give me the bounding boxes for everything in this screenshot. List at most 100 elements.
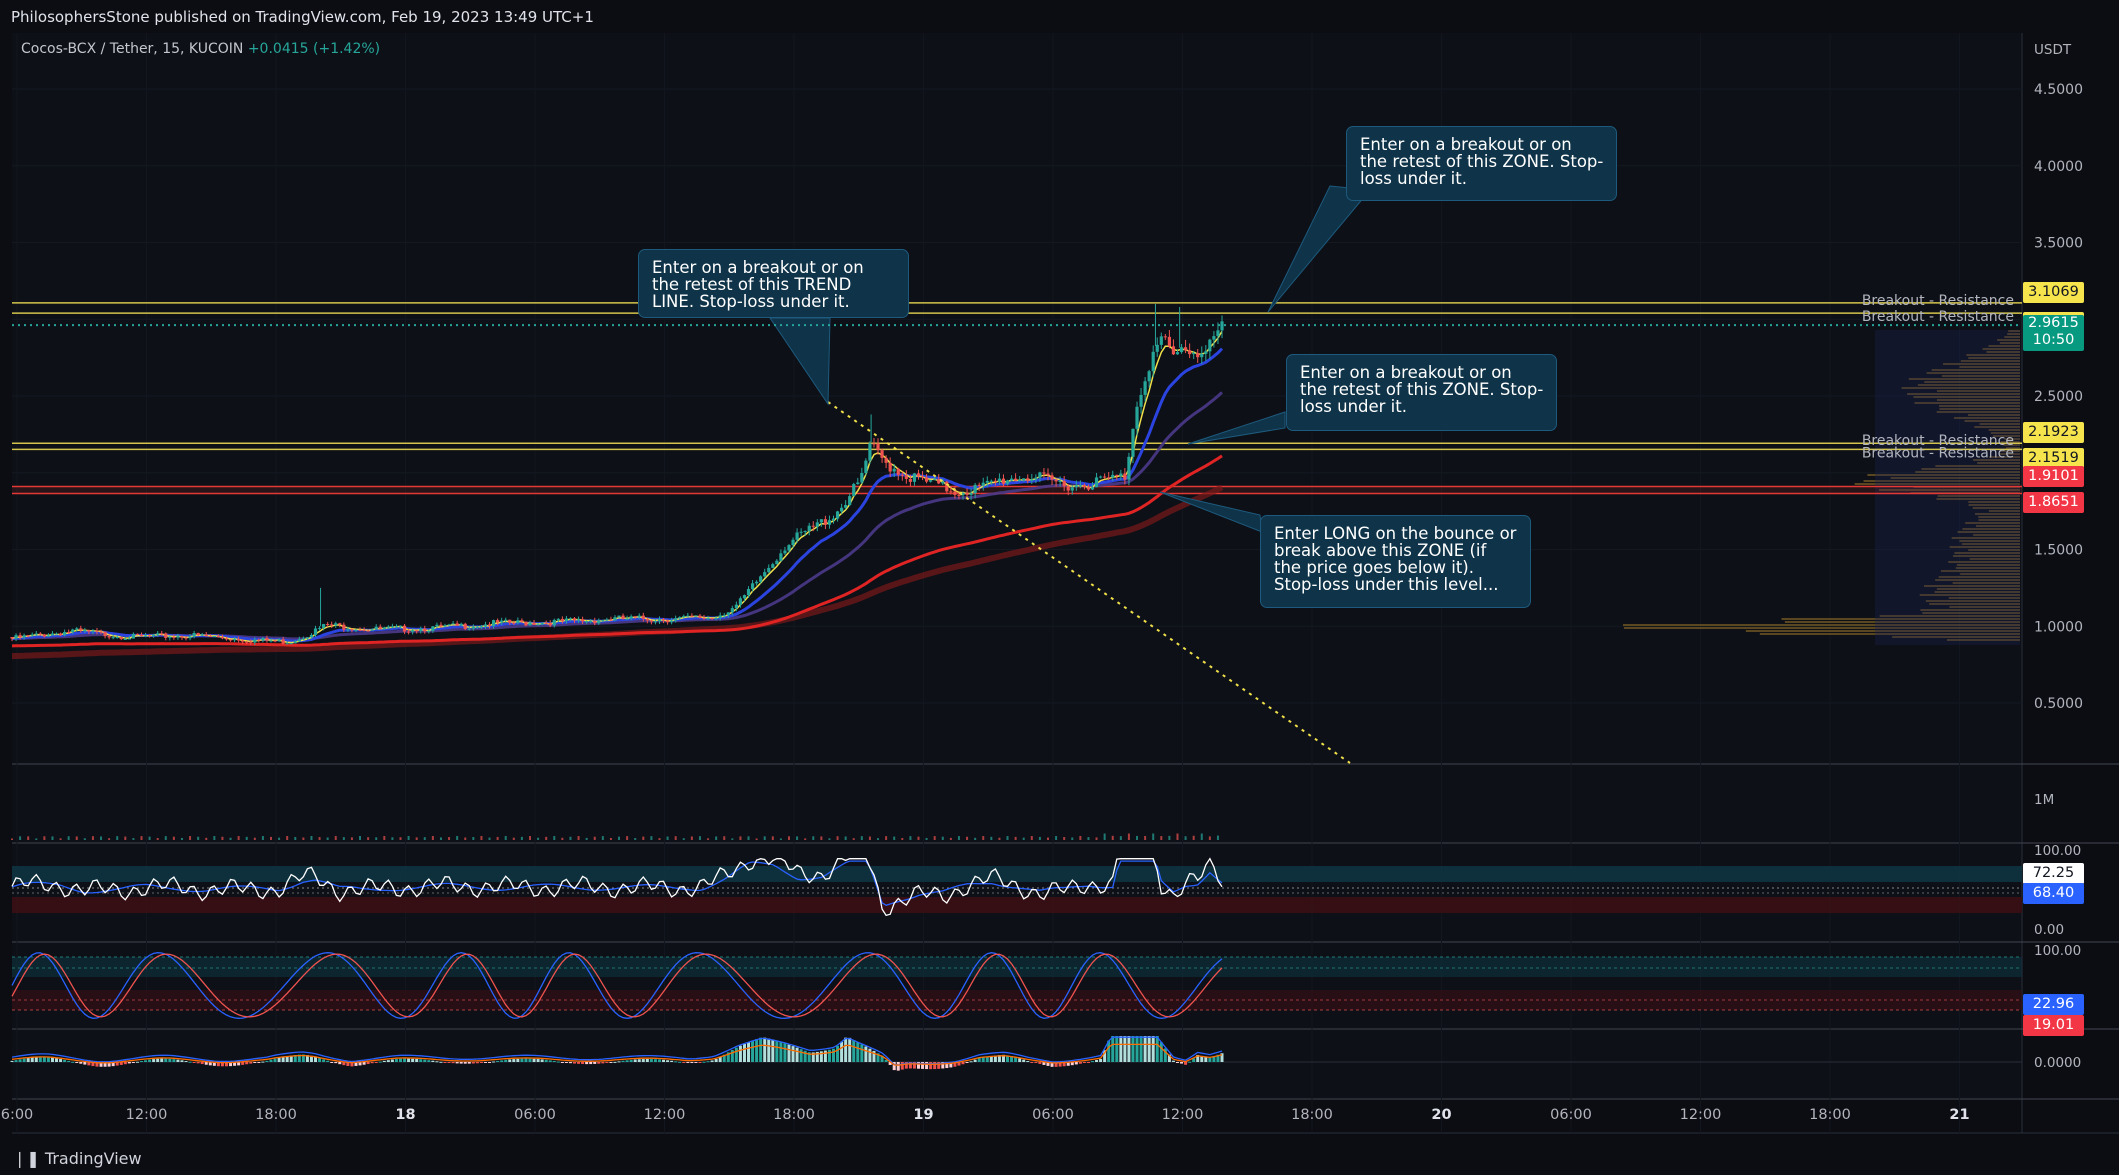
candle-body[interactable] xyxy=(160,633,164,635)
candle-body[interactable] xyxy=(237,639,241,641)
candle-body[interactable] xyxy=(876,443,880,451)
candle-body[interactable] xyxy=(649,620,653,622)
candle-body[interactable] xyxy=(419,628,423,631)
candle-body[interactable] xyxy=(1204,351,1208,354)
candle-body[interactable] xyxy=(670,620,674,623)
candle-body[interactable] xyxy=(431,626,435,631)
candle-body[interactable] xyxy=(451,623,455,625)
candle-body[interactable] xyxy=(1151,351,1155,372)
candle-body[interactable] xyxy=(734,604,738,609)
candle-body[interactable] xyxy=(1066,486,1070,491)
candle-body[interactable] xyxy=(346,629,350,631)
candle-body[interactable] xyxy=(597,620,601,624)
candle-body[interactable] xyxy=(1038,472,1042,478)
candle-body[interactable] xyxy=(224,638,229,640)
candle-body[interactable] xyxy=(350,629,354,631)
candle-body[interactable] xyxy=(1086,487,1091,490)
candle-body[interactable] xyxy=(1208,339,1212,352)
candle-body[interactable] xyxy=(1212,336,1216,340)
candle-body[interactable] xyxy=(872,443,876,445)
candle-body[interactable] xyxy=(981,482,985,486)
candle-body[interactable] xyxy=(1183,347,1188,351)
candle-body[interactable] xyxy=(119,637,123,640)
candle-body[interactable] xyxy=(196,633,200,635)
candle-body[interactable] xyxy=(289,643,293,645)
candle-body[interactable] xyxy=(479,626,484,628)
candle-body[interactable] xyxy=(435,624,439,627)
candle-body[interactable] xyxy=(771,564,775,568)
candle-body[interactable] xyxy=(1026,478,1030,481)
candle-body[interactable] xyxy=(253,639,257,643)
candle-body[interactable] xyxy=(576,619,581,621)
candle-body[interactable] xyxy=(568,618,573,620)
candle-body[interactable] xyxy=(54,633,59,635)
candle-body[interactable] xyxy=(835,511,840,519)
candle-body[interactable] xyxy=(1123,473,1127,480)
candle-body[interactable] xyxy=(718,615,722,618)
candle-body[interactable] xyxy=(281,639,285,644)
candle-body[interactable] xyxy=(220,637,225,639)
candle-body[interactable] xyxy=(1054,479,1058,482)
candle-body[interactable] xyxy=(447,624,451,626)
candle-body[interactable] xyxy=(908,478,912,482)
candle-body[interactable] xyxy=(496,620,500,623)
candle-body[interactable] xyxy=(131,633,136,639)
candle-body[interactable] xyxy=(168,636,172,638)
candle-body[interactable] xyxy=(839,507,844,512)
candle-body[interactable] xyxy=(184,637,188,639)
candle-body[interactable] xyxy=(767,567,771,573)
candle-body[interactable] xyxy=(1155,344,1159,352)
candle-body[interactable] xyxy=(1046,473,1050,476)
candle-body[interactable] xyxy=(629,616,633,619)
tradingview-logo[interactable]: ❘❚ TradingView xyxy=(13,1149,142,1168)
candle-body[interactable] xyxy=(75,628,79,630)
candle-body[interactable] xyxy=(1103,476,1107,478)
candle-body[interactable] xyxy=(10,636,14,639)
candle-body[interactable] xyxy=(1062,480,1066,487)
candle-body[interactable] xyxy=(1220,321,1224,331)
candle-body[interactable] xyxy=(1107,477,1111,479)
candle-body[interactable] xyxy=(868,443,872,461)
candle-body[interactable] xyxy=(844,505,848,508)
candle-body[interactable] xyxy=(702,617,706,619)
candle-body[interactable] xyxy=(463,623,467,629)
candle-body[interactable] xyxy=(641,615,645,620)
candle-body[interactable] xyxy=(993,480,997,482)
candle-body[interactable] xyxy=(941,481,945,484)
candle-body[interactable] xyxy=(26,635,30,637)
candle-body[interactable] xyxy=(1179,347,1184,353)
candle-body[interactable] xyxy=(738,598,743,605)
candle-body[interactable] xyxy=(856,482,860,485)
candle-body[interactable] xyxy=(714,617,718,619)
candle-body[interactable] xyxy=(500,620,504,623)
candle-body[interactable] xyxy=(204,634,208,637)
candle-body[interactable] xyxy=(139,634,144,636)
candle-body[interactable] xyxy=(322,624,326,628)
candle-body[interactable] xyxy=(556,618,560,620)
candle-body[interactable] xyxy=(483,624,488,627)
candle-body[interactable] xyxy=(1216,330,1220,337)
candle-body[interactable] xyxy=(625,618,629,620)
candle-body[interactable] xyxy=(67,631,71,633)
candle-body[interactable] xyxy=(1163,336,1167,338)
candle-body[interactable] xyxy=(524,621,528,626)
candle-body[interactable] xyxy=(305,637,310,639)
candle-body[interactable] xyxy=(147,635,152,637)
candle-body[interactable] xyxy=(1192,353,1196,355)
candle-body[interactable] xyxy=(957,494,961,496)
candle-body[interactable] xyxy=(180,636,184,638)
candle-body[interactable] xyxy=(366,630,370,632)
candle-body[interactable] xyxy=(674,618,678,621)
candle-body[interactable] xyxy=(115,637,119,639)
candle-body[interactable] xyxy=(374,626,378,630)
candle-body[interactable] xyxy=(532,622,536,625)
candle-body[interactable] xyxy=(726,612,730,616)
candle-body[interactable] xyxy=(803,530,807,532)
candle-body[interactable] xyxy=(690,615,694,617)
candle-body[interactable] xyxy=(297,639,301,642)
candle-body[interactable] xyxy=(916,473,921,477)
price-pane[interactable] xyxy=(12,33,2022,763)
macd-pane[interactable] xyxy=(12,1030,2022,1098)
time-axis-ticks[interactable]: 6:00 12:00 18:00 18 06:00 12:00 18:00 19 06:00 12… xyxy=(1,1107,1970,1123)
candle-body[interactable] xyxy=(698,615,702,618)
